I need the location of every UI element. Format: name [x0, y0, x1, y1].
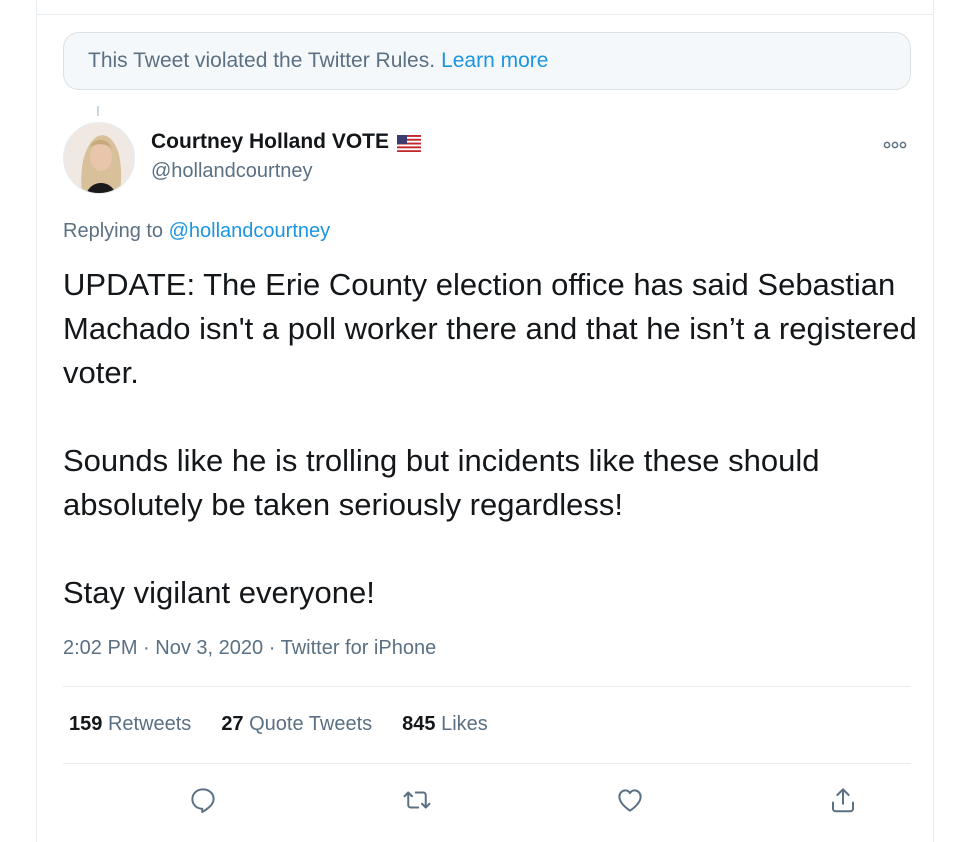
retweets-count: 159 [69, 713, 103, 735]
retweets-stat[interactable]: 159 Retweets [69, 713, 191, 736]
like-button[interactable] [610, 780, 650, 820]
meta-separator: · [268, 637, 276, 659]
quote-tweets-stat[interactable]: 27 Quote Tweets [221, 713, 372, 736]
tweet-stats: 159 Retweets 27 Quote Tweets 845 Likes [69, 713, 488, 736]
notice-text: This Tweet violated the Twitter Rules. [88, 49, 436, 72]
tweet-card: This Tweet violated the Twitter Rules. L… [36, 0, 934, 842]
likes-label: Likes [441, 713, 488, 735]
top-divider [37, 14, 933, 15]
tweet-text: UPDATE: The Erie County election office … [63, 263, 923, 659]
share-button[interactable] [823, 780, 863, 820]
heart-icon [618, 789, 642, 812]
divider [63, 763, 911, 764]
tweet-actions [63, 780, 911, 820]
tweet-paragraph: UPDATE: The Erie County election office … [63, 267, 917, 390]
avatar[interactable] [63, 122, 135, 194]
reply-button[interactable] [183, 780, 223, 820]
retweet-icon [403, 791, 431, 809]
retweet-button[interactable] [397, 780, 437, 820]
tweet-source[interactable]: Twitter for iPhone [281, 637, 437, 659]
replying-mention-link[interactable]: @hollandcourtney [169, 220, 331, 242]
author-display-name[interactable]: Courtney Holland VOTE [151, 130, 422, 154]
likes-count: 845 [402, 713, 436, 735]
likes-stat[interactable]: 845 Likes [402, 713, 488, 736]
tweet-time[interactable]: 2:02 PM [63, 637, 137, 659]
replying-prefix: Replying to [63, 220, 164, 242]
tweet-date[interactable]: Nov 3, 2020 [155, 637, 263, 659]
more-icon[interactable] [883, 137, 907, 155]
learn-more-link[interactable]: Learn more [441, 49, 548, 73]
share-icon [832, 788, 854, 813]
tweet-paragraph: Stay vigilant everyone! [63, 575, 375, 610]
author-handle[interactable]: @hollandcourtney [151, 160, 313, 183]
avatar-image [64, 123, 134, 193]
divider [63, 686, 911, 687]
quote-tweets-label: Quote Tweets [249, 713, 373, 735]
violation-notice: This Tweet violated the Twitter Rules. L… [63, 32, 911, 90]
tweet-paragraph: Sounds like he is trolling but incidents… [63, 443, 820, 522]
display-name-text: Courtney Holland VOTE [151, 130, 390, 153]
us-flag-icon [397, 134, 422, 152]
retweets-label: Retweets [107, 713, 192, 735]
quote-tweets-count: 27 [221, 713, 244, 735]
meta-separator: · [143, 637, 150, 659]
reply-icon [191, 788, 215, 813]
tweet-meta: 2:02 PM · Nov 3, 2020 · Twitter for iPho… [63, 637, 436, 660]
thread-connector-line [97, 106, 99, 116]
replying-to: Replying to @hollandcourtney [63, 220, 330, 243]
